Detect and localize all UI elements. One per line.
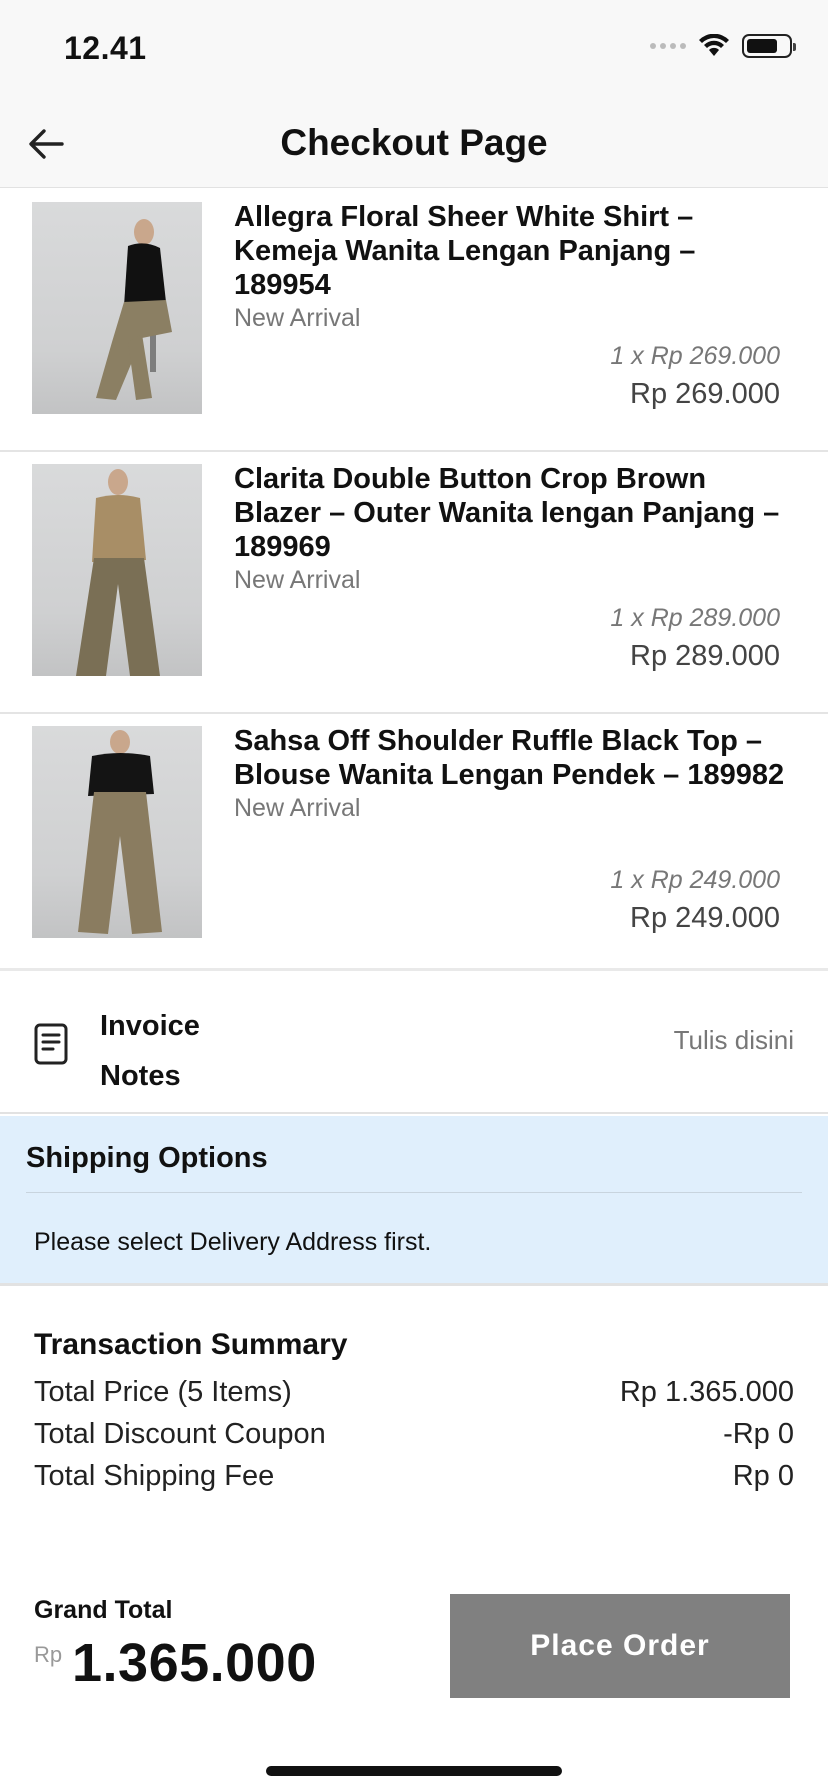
summary-label: Total Price (5 Items)	[34, 1376, 292, 1408]
grand-total-currency: Rp	[34, 1642, 63, 1667]
product-image	[32, 464, 202, 676]
summary-row: Total Shipping Fee Rp 0	[34, 1460, 794, 1493]
summary-label: Total Discount Coupon	[34, 1418, 326, 1450]
product-name: Sahsa Off Shoulder Ruffle Black Top – Bl…	[234, 725, 785, 791]
summary-row: Total Discount Coupon -Rp 0	[34, 1418, 794, 1451]
status-bar: 12.41	[0, 0, 828, 100]
battery-icon	[742, 34, 796, 58]
status-icons	[650, 34, 796, 58]
product-tag: New Arrival	[234, 304, 361, 332]
shipping-message: Please select Delivery Address first.	[34, 1228, 432, 1256]
place-order-button[interactable]: Place Order	[450, 1594, 790, 1698]
product-total: Rp 289.000	[630, 640, 780, 672]
status-time: 12.41	[64, 30, 147, 66]
page-title: Checkout Page	[280, 122, 548, 163]
document-icon	[34, 1023, 68, 1065]
product-unit-price: 1 x Rp 249.000	[610, 866, 780, 894]
grand-total-label: Grand Total	[34, 1596, 173, 1624]
grand-total-amount: 1.365.000	[72, 1633, 317, 1693]
summary-title: Transaction Summary	[34, 1328, 348, 1361]
product-image	[32, 726, 202, 938]
header: Checkout Page	[0, 100, 828, 188]
invoice-notes[interactable]: Invoice Notes	[0, 968, 828, 1114]
cart-item: Sahsa Off Shoulder Ruffle Black Top – Bl…	[0, 714, 828, 976]
invoice-notes-label: Invoice Notes	[100, 1010, 200, 1092]
cellular-signal-icon	[650, 43, 686, 49]
product-image	[32, 202, 202, 414]
summary-value: Rp 1.365.000	[619, 1376, 794, 1408]
cart-item: Allegra Floral Sheer White Shirt – Kemej…	[0, 190, 828, 452]
summary-value: Rp 0	[732, 1460, 794, 1492]
product-name: Allegra Floral Sheer White Shirt – Kemej…	[234, 201, 696, 301]
divider	[26, 1192, 802, 1193]
cart-item: Clarita Double Button Crop Brown Blazer …	[0, 452, 828, 714]
wifi-icon	[699, 34, 729, 56]
shipping-options-title: Shipping Options	[26, 1142, 268, 1174]
home-indicator[interactable]	[266, 1766, 562, 1776]
summary-value: -Rp 0	[723, 1418, 794, 1450]
product-tag: New Arrival	[234, 794, 361, 822]
invoice-notes-input[interactable]	[494, 1025, 794, 1056]
summary-row: Total Price (5 Items) Rp 1.365.000	[34, 1376, 794, 1409]
product-name: Clarita Double Button Crop Brown Blazer …	[234, 463, 780, 563]
product-tag: New Arrival	[234, 566, 361, 594]
product-total: Rp 269.000	[630, 378, 780, 410]
shipping-options: Shipping Options Please select Delivery …	[0, 1116, 828, 1286]
product-total: Rp 249.000	[630, 902, 780, 934]
product-unit-price: 1 x Rp 289.000	[610, 604, 780, 632]
summary-label: Total Shipping Fee	[34, 1460, 275, 1492]
product-unit-price: 1 x Rp 269.000	[610, 342, 780, 370]
transaction-summary: Transaction Summary Total Price (5 Items…	[0, 1290, 828, 1540]
